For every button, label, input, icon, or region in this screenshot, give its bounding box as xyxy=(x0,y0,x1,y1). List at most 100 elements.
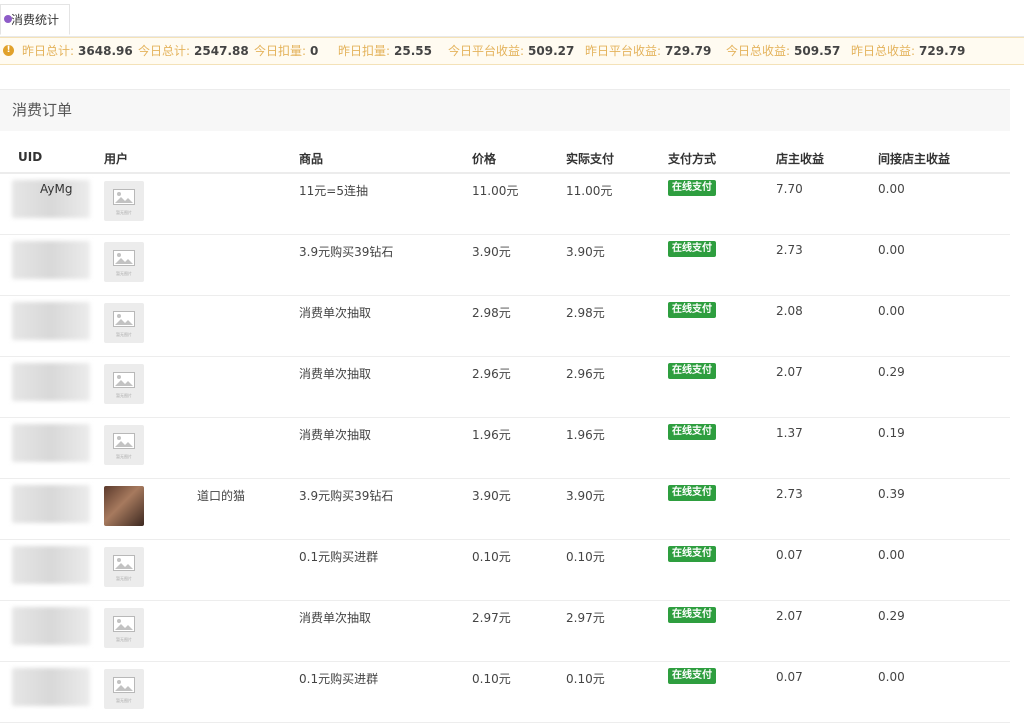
paid-cell: 2.98元 xyxy=(566,306,605,320)
price-cell: 3.90元 xyxy=(472,489,511,503)
user-avatar-placeholder[interactable]: 暂无图片 xyxy=(104,547,144,587)
product-cell: 3.9元购买39钻石 xyxy=(299,245,394,259)
price-cell: 0.10元 xyxy=(472,672,511,686)
uid-redacted xyxy=(12,607,90,645)
image-placeholder-icon xyxy=(113,189,135,205)
price-cell: 0.10元 xyxy=(472,550,511,564)
owner-income-cell: 0.07 xyxy=(776,548,803,562)
info-icon: ! xyxy=(3,45,14,56)
pay-method-badge: 在线支付 xyxy=(668,241,716,257)
image-placeholder-caption: 暂无图片 xyxy=(116,393,132,398)
tab-label: 消费统计 xyxy=(11,13,60,27)
owner-income-cell: 2.07 xyxy=(776,365,803,379)
price-cell: 2.96元 xyxy=(472,367,511,381)
image-placeholder-icon xyxy=(113,372,135,388)
header-pay-method: 支付方式 xyxy=(668,152,717,166)
image-placeholder-caption: 暂无图片 xyxy=(116,454,132,459)
indirect-income-cell: 0.00 xyxy=(878,182,905,196)
table-body: AyMg 暂无图片 11元=5连抽 11.00元 11.00元 在线支付 7.70 0.00 暂… xyxy=(0,174,1010,723)
stat-yesterday-deduction: 昨日扣量: 25.55 xyxy=(338,44,433,58)
table-header: UID 用户 商品 价格 实际支付 支付方式 店主收益 间接店主收益 xyxy=(0,136,1010,174)
pay-method-badge: 在线支付 xyxy=(668,180,716,196)
product-cell: 3.9元购买39钻石 xyxy=(299,489,394,503)
user-avatar-placeholder[interactable]: 暂无图片 xyxy=(104,303,144,343)
user-avatar-placeholder[interactable]: 暂无图片 xyxy=(104,669,144,709)
image-placeholder-caption: 暂无图片 xyxy=(116,576,132,581)
table-row: AyMg 暂无图片 11元=5连抽 11.00元 11.00元 在线支付 7.70 0.00 xyxy=(0,174,1010,235)
stat-today-platform-income: 今日平台收益: 509.27 xyxy=(448,44,575,58)
stat-yesterday-platform-income: 昨日平台收益: 729.79 xyxy=(585,44,712,58)
table-row: 暂无图片 消费单次抽取 1.96元 1.96元 在线支付 1.37 0.19 xyxy=(0,418,1010,479)
pay-method-badge: 在线支付 xyxy=(668,424,716,440)
tab-dot-icon xyxy=(4,15,12,23)
paid-cell: 0.10元 xyxy=(566,672,605,686)
user-name: 道口的猫 xyxy=(197,489,246,503)
indirect-income-cell: 0.00 xyxy=(878,243,905,257)
paid-cell: 2.97元 xyxy=(566,611,605,625)
image-placeholder-caption: 暂无图片 xyxy=(116,698,132,703)
owner-income-cell: 1.37 xyxy=(776,426,803,440)
price-cell: 3.90元 xyxy=(472,245,511,259)
product-cell: 消费单次抽取 xyxy=(299,428,372,442)
orders-table: UID 用户 商品 价格 实际支付 支付方式 店主收益 间接店主收益 AyMg 暂… xyxy=(0,136,1010,723)
stat-yesterday-total-income: 昨日总收益: 729.79 xyxy=(851,44,966,58)
header-product: 商品 xyxy=(299,152,324,166)
paid-cell: 3.90元 xyxy=(566,489,605,503)
owner-income-cell: 2.08 xyxy=(776,304,803,318)
paid-cell: 3.90元 xyxy=(566,245,605,259)
price-cell: 1.96元 xyxy=(472,428,511,442)
header-owner-income: 店主收益 xyxy=(776,152,825,166)
image-placeholder-caption: 暂无图片 xyxy=(116,271,132,276)
tab-consumption-stats[interactable]: 消费统计 xyxy=(0,4,70,35)
stat-today-total: 今日总计: 2547.88 xyxy=(138,44,249,58)
image-placeholder-icon xyxy=(113,311,135,327)
table-row: 暂无图片 0.1元购买进群 0.10元 0.10元 在线支付 0.07 0.00 xyxy=(0,662,1010,723)
product-cell: 消费单次抽取 xyxy=(299,367,372,381)
pay-method-badge: 在线支付 xyxy=(668,668,716,684)
user-avatar-placeholder[interactable]: 暂无图片 xyxy=(104,364,144,404)
tab-bar: 消费统计 xyxy=(0,0,1024,37)
table-row: 暂无图片 消费单次抽取 2.98元 2.98元 在线支付 2.08 0.00 xyxy=(0,296,1010,357)
price-cell: 2.97元 xyxy=(472,611,511,625)
uid-cell: AyMg xyxy=(40,182,73,196)
user-avatar-placeholder[interactable]: 暂无图片 xyxy=(104,425,144,465)
table-row: 道口的猫 3.9元购买39钻石 3.90元 3.90元 在线支付 2.73 0.39 xyxy=(0,479,1010,540)
uid-redacted xyxy=(12,363,90,401)
uid-redacted xyxy=(12,424,90,462)
product-cell: 11元=5连抽 xyxy=(299,184,368,198)
pay-method-badge: 在线支付 xyxy=(668,485,716,501)
product-cell: 消费单次抽取 xyxy=(299,306,372,320)
product-cell: 消费单次抽取 xyxy=(299,611,372,625)
uid-redacted xyxy=(12,485,90,523)
uid-redacted xyxy=(12,668,90,706)
user-avatar-placeholder[interactable]: 暂无图片 xyxy=(104,181,144,221)
user-avatar-placeholder[interactable]: 暂无图片 xyxy=(104,242,144,282)
image-placeholder-icon xyxy=(113,555,135,571)
indirect-income-cell: 0.00 xyxy=(878,304,905,318)
indirect-income-cell: 0.00 xyxy=(878,670,905,684)
header-price: 价格 xyxy=(472,152,497,166)
header-user: 用户 xyxy=(104,152,129,166)
product-cell: 0.1元购买进群 xyxy=(299,550,379,564)
table-row: 暂无图片 消费单次抽取 2.96元 2.96元 在线支付 2.07 0.29 xyxy=(0,357,1010,418)
owner-income-cell: 0.07 xyxy=(776,670,803,684)
header-uid: UID xyxy=(18,150,43,164)
image-placeholder-caption: 暂无图片 xyxy=(116,332,132,337)
stats-bar: ! 昨日总计: 3648.96 今日总计: 2547.88 今日扣量: 0 昨日扣量:… xyxy=(0,37,1024,65)
header-indirect-income: 间接店主收益 xyxy=(878,152,951,166)
pay-method-badge: 在线支付 xyxy=(668,363,716,379)
table-row: 暂无图片 消费单次抽取 2.97元 2.97元 在线支付 2.07 0.29 xyxy=(0,601,1010,662)
image-placeholder-caption: 暂无图片 xyxy=(116,637,132,642)
stat-today-deduction: 今日扣量: 0 xyxy=(254,44,319,58)
product-cell: 0.1元购买进群 xyxy=(299,672,379,686)
table-row: 暂无图片 3.9元购买39钻石 3.90元 3.90元 在线支付 2.73 0.00 xyxy=(0,235,1010,296)
user-avatar-placeholder[interactable]: 暂无图片 xyxy=(104,608,144,648)
uid-redacted xyxy=(12,546,90,584)
pay-method-badge: 在线支付 xyxy=(668,546,716,562)
paid-cell: 2.96元 xyxy=(566,367,605,381)
user-avatar[interactable] xyxy=(104,486,144,526)
image-placeholder-icon xyxy=(113,616,135,632)
image-placeholder-icon xyxy=(113,250,135,266)
image-placeholder-caption: 暂无图片 xyxy=(116,210,132,215)
paid-cell: 11.00元 xyxy=(566,184,613,198)
